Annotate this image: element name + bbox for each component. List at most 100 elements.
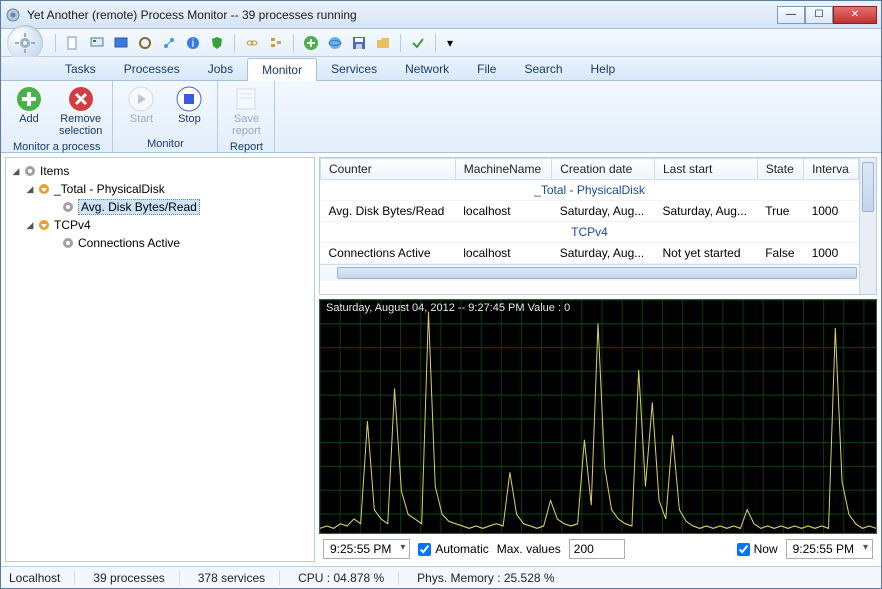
menu-jobs[interactable]: Jobs [194, 57, 247, 80]
tree-pane[interactable]: ◢Items◢_Total - PhysicalDiskAvg. Disk By… [5, 157, 315, 562]
menu-help[interactable]: Help [577, 57, 630, 80]
separator [234, 34, 235, 52]
separator [435, 34, 436, 52]
column-header[interactable]: Interva [804, 159, 859, 180]
table-cell: 1000 [804, 201, 859, 222]
remove-button[interactable]: Remove selection [55, 83, 106, 139]
vertical-scrollbar[interactable] [859, 158, 876, 294]
menu-file[interactable]: File [463, 57, 510, 80]
main-menu: TasksProcessesJobsMonitorServicesNetwork… [1, 57, 881, 81]
table-group-row[interactable]: TCPv4 [321, 222, 859, 243]
tree-leaf[interactable]: Connections Active [10, 234, 310, 252]
end-time-dropdown[interactable]: 9:25:55 PM [786, 539, 873, 559]
app-menu-gear-icon[interactable] [7, 25, 43, 61]
status-host: Localhost [9, 571, 75, 585]
table-cell: localhost [455, 201, 551, 222]
toolbar-shield-icon[interactable] [208, 34, 226, 52]
start-label: Start [130, 113, 153, 125]
separator [400, 34, 401, 52]
ribbon: AddRemove selectionMonitor a processStar… [1, 81, 881, 153]
table-cell: True [757, 201, 803, 222]
counter-table[interactable]: CounterMachineNameCreation dateLast star… [319, 157, 877, 295]
chart-area[interactable]: Saturday, August 04, 2012 -- 9:27:45 PM … [319, 299, 877, 534]
automatic-label: Automatic [435, 542, 488, 556]
toolbar-monitor-icon[interactable] [112, 34, 130, 52]
app-icon [5, 7, 21, 23]
quick-toolbar: i ▾ [1, 29, 881, 57]
tree-leaf[interactable]: Avg. Disk Bytes/Read [10, 198, 310, 216]
table-cell: Saturday, Aug... [552, 201, 655, 222]
menu-search[interactable]: Search [510, 57, 576, 80]
title-bar: Yet Another (remote) Process Monitor -- … [1, 1, 881, 29]
right-pane: CounterMachineNameCreation dateLast star… [319, 157, 877, 562]
remove-icon [67, 85, 95, 113]
table-cell: localhost [455, 243, 551, 264]
now-label: Now [754, 542, 778, 556]
toolbar-dropdown-icon[interactable]: ▾ [444, 34, 456, 52]
savereport-icon [232, 85, 260, 113]
table-cell: 1000 [804, 243, 859, 264]
now-checkbox[interactable]: Now [737, 542, 778, 556]
toolbar-folder-icon[interactable] [374, 34, 392, 52]
toolbar-add-icon[interactable] [302, 34, 320, 52]
start-time-dropdown[interactable]: 9:25:55 PM [323, 539, 410, 559]
menu-tasks[interactable]: Tasks [51, 57, 110, 80]
toolbar-check-icon[interactable] [409, 34, 427, 52]
download-icon [36, 217, 52, 233]
status-processes: 39 processes [93, 571, 179, 585]
column-header[interactable]: Last start [654, 159, 757, 180]
column-header[interactable]: State [757, 159, 803, 180]
table-row[interactable]: Avg. Disk Bytes/ReadlocalhostSaturday, A… [321, 201, 859, 222]
menu-processes[interactable]: Processes [110, 57, 194, 80]
table-cell: False [757, 243, 803, 264]
column-header[interactable]: MachineName [455, 159, 551, 180]
ribbon-group-label: Report [224, 139, 268, 153]
add-label: Add [19, 113, 39, 125]
add-button[interactable]: Add [7, 83, 51, 127]
column-header[interactable]: Creation date [552, 159, 655, 180]
window-title: Yet Another (remote) Process Monitor -- … [27, 8, 777, 22]
tree-root[interactable]: ◢Items [10, 162, 310, 180]
add-icon [15, 85, 43, 113]
main-area: ◢Items◢_Total - PhysicalDiskAvg. Disk By… [1, 153, 881, 566]
horizontal-scrollbar[interactable] [320, 264, 859, 281]
stop-icon [175, 85, 203, 113]
menu-monitor[interactable]: Monitor [247, 58, 317, 81]
tree-node[interactable]: ◢TCPv4 [10, 216, 310, 234]
separator [55, 34, 56, 52]
toolbar-refresh-icon[interactable] [88, 34, 106, 52]
menu-services[interactable]: Services [317, 57, 391, 80]
table-group-row[interactable]: _Total - PhysicalDisk [321, 180, 859, 201]
ribbon-group-monitor: StartStopMonitor [113, 81, 218, 152]
toolbar-doc-icon[interactable] [64, 34, 82, 52]
toolbar-gear-icon[interactable] [136, 34, 154, 52]
toolbar-globe-icon[interactable] [326, 34, 344, 52]
download-icon [36, 181, 52, 197]
ribbon-group-monitor-a-process: AddRemove selectionMonitor a process [1, 81, 113, 152]
toolbar-save-icon[interactable] [350, 34, 368, 52]
menu-network[interactable]: Network [391, 57, 463, 80]
status-bar: Localhost 39 processes 378 services CPU … [1, 566, 881, 588]
gear-icon [22, 163, 38, 179]
toolbar-link-icon[interactable] [243, 34, 261, 52]
savereport-label: Save report [232, 113, 261, 137]
ribbon-group-report: Save report Report [218, 81, 275, 152]
table-row[interactable]: Connections ActivelocalhostSaturday, Aug… [321, 243, 859, 264]
start-icon [127, 85, 155, 113]
max-values-input[interactable] [569, 539, 625, 559]
gear-icon [60, 235, 76, 251]
toolbar-network-icon[interactable] [160, 34, 178, 52]
status-services: 378 services [198, 571, 280, 585]
window-close-button[interactable]: ✕ [833, 6, 877, 24]
stop-label: Stop [178, 113, 201, 125]
window-maximize-button[interactable]: ☐ [805, 6, 833, 24]
column-header[interactable]: Counter [321, 159, 456, 180]
svg-text:i: i [192, 36, 195, 50]
window-minimize-button[interactable]: — [777, 6, 805, 24]
toolbar-tree-icon[interactable] [267, 34, 285, 52]
stop-button[interactable]: Stop [167, 83, 211, 127]
tree-node[interactable]: ◢_Total - PhysicalDisk [10, 180, 310, 198]
savereport-button: Save report [224, 83, 268, 139]
toolbar-info-icon[interactable]: i [184, 34, 202, 52]
automatic-checkbox[interactable]: Automatic [418, 542, 488, 556]
